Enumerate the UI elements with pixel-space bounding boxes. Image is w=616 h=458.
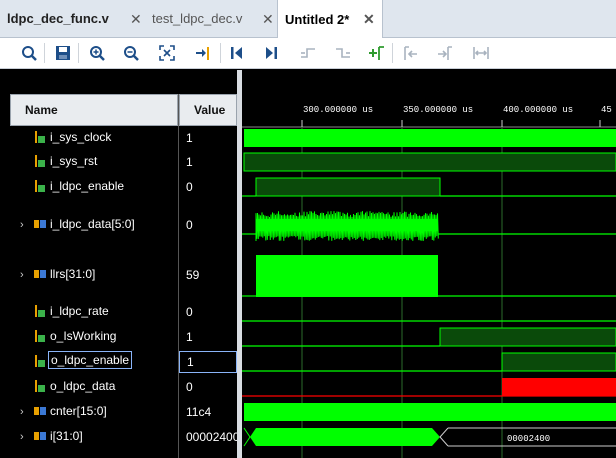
bit-signal-icon bbox=[34, 380, 46, 396]
signal-name: i_ldpc_data[5:0] bbox=[50, 217, 135, 231]
tab-label: test_ldpc_dec.v bbox=[152, 11, 243, 26]
value-header-label: Value bbox=[194, 103, 226, 117]
next-marker-icon[interactable] bbox=[434, 42, 456, 64]
wave-high-fill bbox=[244, 403, 616, 421]
zoom-in-icon[interactable] bbox=[86, 42, 108, 64]
signal-name: i_sys_rst bbox=[50, 154, 98, 168]
signal-value: 1 bbox=[186, 330, 193, 344]
tick-label: 400.000000 us bbox=[503, 105, 573, 115]
name-header-label: Name bbox=[25, 103, 58, 117]
bit-signal-icon bbox=[34, 155, 46, 171]
signal-value: 11c4 bbox=[186, 405, 212, 419]
signal-name: i_ldpc_enable bbox=[50, 179, 125, 193]
bit-signal-icon bbox=[34, 305, 46, 321]
name-column-header[interactable]: Name bbox=[10, 94, 178, 126]
bit-signal-icon bbox=[34, 330, 46, 346]
bit-signal-icon bbox=[34, 180, 46, 196]
zoom-fit-icon[interactable] bbox=[156, 42, 178, 64]
signal-value: 0 bbox=[186, 218, 193, 232]
tab-label: ldpc_dec_func.v bbox=[7, 11, 109, 26]
tab-untitled-2[interactable]: Untitled 2* ✕ bbox=[277, 0, 383, 38]
close-icon[interactable]: ✕ bbox=[363, 11, 375, 28]
signal-row-i[interactable]: › i[31:0] bbox=[10, 426, 178, 448]
signal-traces: 00002400 bbox=[242, 129, 616, 447]
goto-time-zero-icon[interactable] bbox=[226, 42, 248, 64]
signal-name: o_ldpc_data bbox=[50, 379, 116, 393]
signal-value: 0 bbox=[186, 180, 193, 194]
signal-name: o_IsWorking bbox=[50, 329, 117, 343]
signal-row-o-isworking[interactable]: o_IsWorking bbox=[10, 326, 178, 348]
signal-value: 1 bbox=[179, 351, 237, 373]
tab-ldpc-dec-func[interactable]: ldpc_dec_func.v ✕ bbox=[0, 0, 144, 37]
signal-row-i-ldpc-data[interactable]: › i_ldpc_data[5:0] bbox=[10, 214, 178, 236]
tick-label: 350.000000 us bbox=[403, 105, 473, 115]
wave-high-box bbox=[243, 152, 616, 172]
zoom-out-icon[interactable] bbox=[120, 42, 142, 64]
wave-high-box bbox=[501, 352, 616, 372]
previous-transition-icon[interactable] bbox=[297, 42, 319, 64]
waveform-canvas[interactable]: 300.000000 us 350.000000 us 400.000000 us 4… bbox=[242, 70, 616, 458]
close-icon[interactable]: ✕ bbox=[130, 11, 142, 28]
add-marker-icon[interactable] bbox=[366, 42, 388, 64]
wave-x-fill bbox=[502, 378, 616, 396]
value-column-header[interactable]: Value bbox=[179, 94, 237, 126]
signal-row-i-ldpc-rate[interactable]: i_ldpc_rate bbox=[10, 301, 178, 323]
wave-bus-block bbox=[256, 255, 438, 297]
bit-signal-icon bbox=[34, 131, 46, 147]
goto-cursor-icon[interactable] bbox=[192, 42, 214, 64]
bus-signal-icon bbox=[34, 430, 47, 445]
bus-value-label: 00002400 bbox=[507, 434, 550, 444]
signal-value: 0 bbox=[186, 305, 193, 319]
signal-value: 1 bbox=[186, 131, 193, 145]
signal-value: 1 bbox=[186, 155, 193, 169]
signal-name: i_sys_clock bbox=[50, 130, 112, 144]
signal-name: o_ldpc_enable bbox=[48, 351, 133, 369]
tick-label: 300.000000 us bbox=[303, 105, 373, 115]
tab-test-ldpc-dec[interactable]: test_ldpc_dec.v ✕ bbox=[145, 0, 276, 37]
signal-row-cnter[interactable]: › cnter[15:0] bbox=[10, 401, 178, 423]
save-icon[interactable] bbox=[52, 42, 74, 64]
expand-chevron-icon[interactable]: › bbox=[20, 431, 24, 443]
previous-marker-icon[interactable] bbox=[400, 42, 422, 64]
bus-signal-icon bbox=[34, 268, 47, 283]
bus-edge bbox=[243, 427, 251, 447]
wave-high-box bbox=[255, 177, 441, 197]
next-transition-icon[interactable] bbox=[332, 42, 354, 64]
expand-chevron-icon[interactable]: › bbox=[20, 269, 24, 281]
signal-row-o-ldpc-enable[interactable]: o_ldpc_enable bbox=[10, 351, 178, 373]
wave-toolbar bbox=[0, 38, 616, 69]
signal-row-o-ldpc-data[interactable]: o_ldpc_data bbox=[10, 376, 178, 398]
tab-label: Untitled 2* bbox=[285, 11, 350, 27]
signal-name: i[31:0] bbox=[50, 429, 83, 443]
bus-signal-icon bbox=[34, 218, 47, 233]
wave-high-fill bbox=[244, 129, 616, 147]
signal-row-i-sys-rst[interactable]: i_sys_rst bbox=[10, 151, 178, 173]
wave-bus-segment bbox=[250, 428, 440, 446]
signal-row-i-ldpc-enable[interactable]: i_ldpc_enable bbox=[10, 176, 178, 198]
signal-value: 59 bbox=[186, 268, 200, 282]
goto-last-time-icon[interactable] bbox=[260, 42, 282, 64]
expand-chevron-icon[interactable]: › bbox=[20, 406, 24, 418]
editor-tab-bar: ldpc_dec_func.v ✕ test_ldpc_dec.v ✕ Unti… bbox=[0, 0, 616, 38]
wave-bus-fill bbox=[256, 219, 438, 231]
search-icon[interactable] bbox=[18, 42, 40, 64]
signal-name: cnter[15:0] bbox=[50, 404, 107, 418]
signal-row-i-sys-clock[interactable]: i_sys_clock bbox=[10, 127, 178, 149]
bit-signal-icon bbox=[34, 355, 46, 371]
time-axis: 300.000000 us 350.000000 us 400.000000 us 4… bbox=[242, 105, 616, 128]
wave-high-box bbox=[439, 327, 616, 347]
swap-cursors-icon[interactable] bbox=[470, 42, 492, 64]
tick-label: 45 bbox=[601, 105, 612, 115]
signal-value: 00002400 bbox=[186, 430, 237, 444]
expand-chevron-icon[interactable]: › bbox=[20, 219, 24, 231]
signal-value: 0 bbox=[186, 380, 193, 394]
signal-row-llrs[interactable]: › llrs[31:0] bbox=[10, 264, 178, 286]
signal-name: i_ldpc_rate bbox=[50, 304, 109, 318]
signal-name: llrs[31:0] bbox=[50, 267, 96, 281]
bus-signal-icon bbox=[34, 405, 47, 420]
close-icon[interactable]: ✕ bbox=[262, 11, 274, 28]
